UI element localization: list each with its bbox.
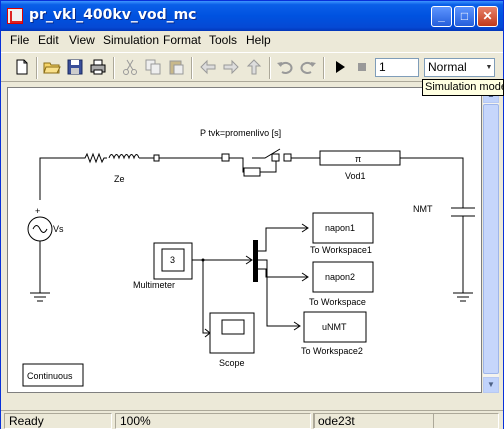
vertical-scrollbar[interactable]: ▲ ▼	[483, 87, 499, 393]
forward-icon[interactable]	[222, 58, 240, 76]
capacitor-symbol[interactable]	[451, 207, 475, 217]
breaker-resistor[interactable]	[243, 167, 261, 177]
wire	[202, 260, 209, 334]
inductor-symbol	[108, 154, 140, 160]
multimeter-label: Multimeter	[133, 280, 175, 290]
menu-help[interactable]: Help	[246, 33, 271, 47]
open-icon[interactable]	[43, 58, 61, 76]
line-label: Vod1	[345, 171, 366, 181]
block-diagram: Ze P tvk=promenlivo [s] π Vod1 NMT + Vs …	[22, 128, 475, 387]
model-canvas[interactable]: Ze P tvk=promenlivo [s] π Vod1 NMT + Vs …	[7, 87, 482, 393]
breaker-port-out[interactable]	[283, 153, 292, 162]
chevron-down-icon[interactable]: ▼	[485, 60, 493, 75]
demux-block[interactable]	[253, 240, 258, 282]
toolbar-separator	[269, 57, 271, 79]
impedance-label: Ze	[114, 174, 125, 184]
undo-icon[interactable]	[276, 58, 294, 76]
close-button[interactable]: ✕	[477, 6, 498, 27]
title-bar[interactable]: pr_vkl_400kv_vod_mc _ □ ✕	[1, 1, 503, 31]
toolbar: 1 Normal ▼	[1, 52, 503, 82]
toolbar-separator	[323, 57, 325, 79]
powergui-label: Continuous	[27, 371, 73, 381]
breaker-label: P tvk=promenlivo [s]	[200, 128, 281, 138]
breaker-port-in[interactable]	[221, 153, 230, 162]
scope-screen	[221, 319, 245, 335]
stop-time-input[interactable]: 1	[375, 58, 419, 77]
menu-format[interactable]: Format	[163, 33, 201, 47]
window-title: pr_vkl_400kv_vod_mc	[29, 7, 197, 23]
maximize-button[interactable]: □	[454, 6, 475, 27]
menu-bar: File Edit View Simulation Format Tools H…	[1, 31, 503, 51]
plus-sign: +	[35, 206, 40, 216]
wire	[39, 157, 82, 200]
menu-file[interactable]: File	[10, 33, 29, 47]
redo-icon[interactable]	[299, 58, 317, 76]
scope-label: Scope	[219, 358, 245, 368]
capacitor-label: NMT	[413, 204, 433, 214]
paste-icon[interactable]	[167, 58, 185, 76]
status-bar: Ready 100% ode23t	[1, 410, 503, 429]
solver-name: ode23t	[313, 413, 499, 429]
print-icon[interactable]	[89, 58, 107, 76]
wire	[400, 157, 464, 208]
scrollbar-thumb[interactable]	[483, 104, 499, 374]
menu-tools[interactable]: Tools	[209, 33, 237, 47]
toolbar-separator	[113, 57, 115, 79]
breaker-control-port[interactable]	[271, 153, 280, 162]
zoom-level: 100%	[115, 413, 311, 429]
workspace2-value: uNMT	[322, 322, 347, 332]
workspace1-label: To Workspace1	[310, 245, 372, 255]
ground-icon	[453, 292, 473, 302]
status-text: Ready	[4, 413, 112, 429]
simulation-mode-select[interactable]: Normal ▼	[424, 58, 495, 77]
toolbar-separator	[36, 57, 38, 79]
wire	[258, 227, 307, 252]
source-label: Vs	[53, 224, 64, 234]
ground-icon	[30, 292, 50, 302]
pi-symbol: π	[355, 154, 361, 164]
workspace-value: napon2	[325, 272, 355, 282]
scroll-down-icon[interactable]: ▼	[483, 377, 499, 393]
simulink-app-icon[interactable]	[7, 8, 23, 24]
minimize-button[interactable]: _	[431, 6, 452, 27]
simulation-mode-value: Normal	[428, 60, 467, 74]
menu-edit[interactable]: Edit	[38, 33, 59, 47]
workspace-label: To Workspace	[309, 297, 366, 307]
wire	[258, 268, 307, 278]
workspace1-value: napon1	[325, 223, 355, 233]
new-icon[interactable]	[13, 58, 31, 76]
simulation-mode-tooltip: Simulation mode	[422, 79, 504, 96]
toolbar-separator	[191, 57, 193, 79]
wire	[229, 157, 244, 173]
stop-simulation-icon[interactable]	[353, 58, 371, 76]
copy-icon[interactable]	[144, 58, 162, 76]
start-simulation-icon[interactable]	[331, 58, 349, 76]
multimeter-value: 3	[170, 255, 175, 265]
menu-view[interactable]: View	[69, 33, 95, 47]
resistor-symbol	[82, 152, 107, 164]
back-icon[interactable]	[199, 58, 217, 76]
wire	[258, 259, 299, 327]
menu-simulation[interactable]: Simulation	[103, 33, 159, 47]
save-icon[interactable]	[66, 58, 84, 76]
port	[153, 154, 160, 162]
workspace2-label: To Workspace2	[301, 346, 363, 356]
cut-icon[interactable]	[121, 58, 139, 76]
simulink-window: pr_vkl_400kv_vod_mc _ □ ✕ File Edit View…	[0, 0, 504, 429]
up-icon[interactable]	[245, 58, 263, 76]
